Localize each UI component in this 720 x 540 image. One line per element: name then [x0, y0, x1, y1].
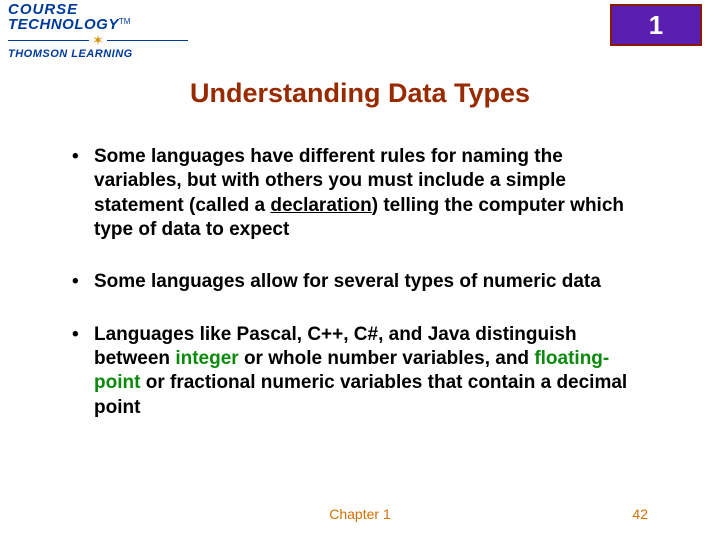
logo-line-1: COURSE	[8, 2, 188, 17]
bullet-list: Some languages have different rules for …	[0, 145, 720, 420]
star-icon: ✶	[92, 33, 104, 47]
slide-header: COURSE TECHNOLOGY TM ✶ THOMSON LEARNING …	[0, 0, 720, 68]
keyword-integer: integer	[175, 348, 238, 369]
slide-footer: Chapter 1 42	[0, 506, 720, 522]
bullet-text: Some languages allow for several types o…	[94, 271, 601, 292]
chapter-badge: 1	[610, 4, 702, 46]
bullet-item: Some languages allow for several types o…	[68, 270, 652, 294]
bullet-item: Languages like Pascal, C++, C#, and Java…	[68, 323, 652, 420]
chapter-badge-number: 1	[649, 10, 663, 41]
publisher-logo: COURSE TECHNOLOGY TM ✶ THOMSON LEARNING	[8, 2, 188, 60]
keyword-declaration: declaration	[270, 195, 371, 216]
logo-line-3: THOMSON LEARNING	[8, 48, 188, 60]
bullet-text: or fractional numeric variables that con…	[94, 372, 627, 417]
slide-title: Understanding Data Types	[0, 78, 720, 109]
bullet-item: Some languages have different rules for …	[68, 145, 652, 242]
footer-chapter: Chapter 1	[329, 506, 390, 522]
logo-line-2: TECHNOLOGY	[8, 17, 119, 32]
footer-page-number: 42	[632, 506, 648, 522]
logo-tm: TM	[119, 17, 131, 26]
bullet-text: or whole number variables, and	[239, 348, 535, 369]
logo-divider: ✶	[8, 33, 188, 47]
